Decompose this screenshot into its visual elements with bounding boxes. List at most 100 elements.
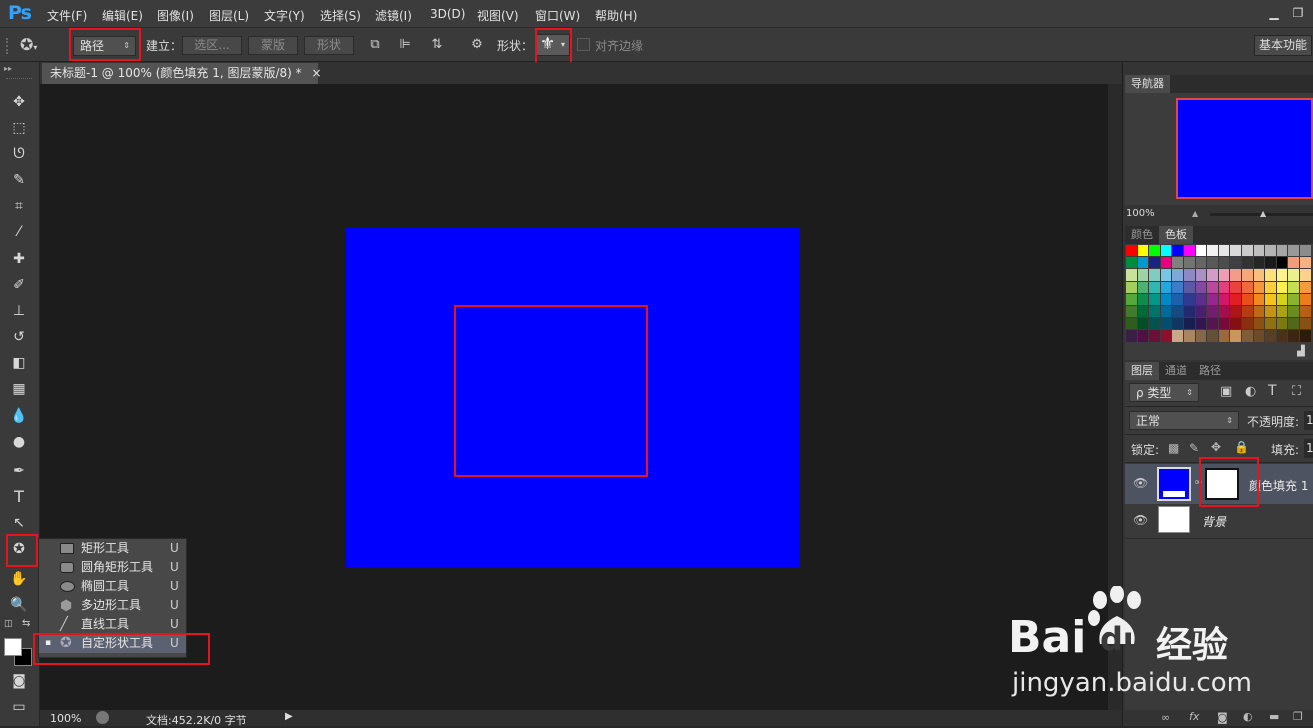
color-swatch[interactable] [1149, 281, 1160, 293]
color-swatch[interactable] [1288, 293, 1299, 305]
path-alignment-icon[interactable]: ⊫ [396, 37, 414, 53]
quick-select-icon[interactable]: ✎ [8, 169, 30, 191]
color-swatch[interactable] [1288, 269, 1299, 281]
dodge-tool-icon[interactable]: ● [8, 431, 30, 453]
play-arrow-icon[interactable]: ▶ [285, 711, 293, 722]
minimize-icon[interactable]: ▁ [1263, 4, 1285, 22]
color-swatch[interactable] [1253, 318, 1265, 330]
color-swatch[interactable] [1160, 318, 1172, 330]
color-swatch[interactable] [1184, 269, 1195, 281]
collapse-icon[interactable]: ▸▸ [4, 64, 12, 73]
color-swatch[interactable] [1160, 281, 1172, 293]
color-swatch[interactable] [1207, 245, 1218, 257]
color-swatch[interactable] [1230, 257, 1241, 269]
color-swatch[interactable] [1126, 257, 1137, 269]
fx-icon[interactable]: fx [1189, 710, 1199, 723]
color-swatch[interactable] [1195, 269, 1207, 281]
menu-3d[interactable]: 3D(D) [430, 7, 465, 21]
layer-row-background[interactable]: 👁 背景 [1125, 504, 1313, 538]
color-swatch[interactable] [1230, 293, 1241, 305]
color-swatch[interactable] [1265, 245, 1276, 257]
tab-color[interactable]: 颜色 [1125, 226, 1159, 244]
layer-filter-select[interactable]: ρ 类型 ⇕ [1129, 383, 1199, 402]
color-swatch[interactable] [1300, 257, 1311, 269]
color-swatch[interactable] [1149, 293, 1160, 305]
color-swatch[interactable] [1207, 306, 1218, 318]
navigator-preview[interactable] [1176, 98, 1313, 199]
color-swatch[interactable] [1288, 257, 1299, 269]
color-swatch[interactable] [1184, 257, 1195, 269]
layer-name[interactable]: 背景 [1202, 513, 1226, 530]
adjustment-icon[interactable]: ◐ [1243, 710, 1253, 723]
color-swatch[interactable] [1172, 257, 1183, 269]
flyout-item-polygon[interactable]: ⬢ 多边形工具 U [39, 596, 186, 615]
color-swatch[interactable] [1195, 257, 1207, 269]
menu-type[interactable]: 文字(Y) [264, 7, 305, 24]
menu-help[interactable]: 帮助(H) [595, 7, 637, 24]
color-swatch[interactable] [1195, 318, 1207, 330]
color-swatch[interactable] [1218, 269, 1230, 281]
quick-mask-icon[interactable]: ◙ [8, 670, 30, 692]
color-swatch[interactable] [1126, 269, 1137, 281]
color-swatch[interactable] [1276, 257, 1288, 269]
lasso-tool-icon[interactable]: ᘎ [8, 143, 30, 165]
color-swatch[interactable] [1126, 245, 1137, 257]
color-swatch[interactable] [1207, 293, 1218, 305]
color-swatch[interactable] [1160, 269, 1172, 281]
lock-position-icon[interactable]: ✥ [1211, 440, 1221, 454]
menu-select[interactable]: 选择(S) [320, 7, 361, 24]
color-swatch[interactable] [1126, 306, 1137, 318]
color-swatch[interactable] [1218, 318, 1230, 330]
color-swatch[interactable] [1160, 257, 1172, 269]
menu-view[interactable]: 视图(V) [477, 7, 519, 24]
flyout-item-rounded-rect[interactable]: 圆角矩形工具 U [39, 558, 186, 577]
blend-mode-select[interactable]: 正常 ⇕ [1129, 411, 1239, 430]
color-swatch[interactable] [1137, 257, 1149, 269]
color-swatch[interactable] [1265, 306, 1276, 318]
gear-icon[interactable]: ⚙ [468, 37, 486, 53]
color-swatch[interactable] [1300, 306, 1311, 318]
color-swatch[interactable] [1160, 330, 1172, 342]
tab-navigator[interactable]: 导航器 [1125, 75, 1170, 93]
color-swatch[interactable] [1265, 318, 1276, 330]
color-swatch[interactable] [1172, 306, 1183, 318]
add-mask-icon[interactable]: ◙ [1217, 711, 1228, 724]
color-swatch[interactable] [1218, 293, 1230, 305]
type-tool-icon[interactable]: T [8, 486, 30, 508]
new-swatch-icon[interactable]: ▟ [1297, 346, 1305, 357]
color-swatch[interactable] [1230, 281, 1241, 293]
menu-filter[interactable]: 滤镜(I) [375, 7, 412, 24]
menu-image[interactable]: 图像(I) [157, 7, 194, 24]
color-swatch[interactable] [1218, 245, 1230, 257]
color-swatch[interactable] [1230, 269, 1241, 281]
color-swatch[interactable] [1137, 245, 1149, 257]
color-swatch[interactable] [1195, 330, 1207, 342]
color-swatch[interactable] [1126, 293, 1137, 305]
crop-tool-icon[interactable]: ⌗ [8, 195, 30, 217]
eye-icon[interactable]: 👁 [1133, 476, 1148, 490]
color-swatch[interactable] [1172, 330, 1183, 342]
color-swatch[interactable] [1265, 269, 1276, 281]
menu-window[interactable]: 窗口(W) [535, 7, 580, 24]
color-swatch[interactable] [1160, 293, 1172, 305]
color-swatch[interactable] [1242, 318, 1253, 330]
color-swatch[interactable] [1300, 281, 1311, 293]
close-icon[interactable]: × [311, 66, 321, 80]
brush-tool-icon[interactable]: ✐ [8, 274, 30, 296]
zoom-out-icon[interactable]: ▲ [1192, 209, 1198, 218]
color-swatch[interactable] [1207, 318, 1218, 330]
color-swatch[interactable] [1137, 330, 1149, 342]
color-swatch[interactable] [1149, 257, 1160, 269]
color-swatch[interactable] [1172, 293, 1183, 305]
lock-paint-icon[interactable]: ✎ [1189, 441, 1199, 455]
color-swatch[interactable] [1195, 245, 1207, 257]
color-swatch[interactable] [1126, 318, 1137, 330]
color-swatch[interactable] [1288, 245, 1299, 257]
color-swatch[interactable] [1195, 306, 1207, 318]
color-swatch[interactable] [1288, 281, 1299, 293]
color-swatch[interactable] [1242, 269, 1253, 281]
lock-transparent-icon[interactable]: ▩ [1168, 441, 1179, 455]
eraser-tool-icon[interactable]: ◧ [8, 352, 30, 374]
zoom-tool-icon[interactable]: 🔍 [8, 594, 30, 616]
color-swatch[interactable] [1265, 293, 1276, 305]
